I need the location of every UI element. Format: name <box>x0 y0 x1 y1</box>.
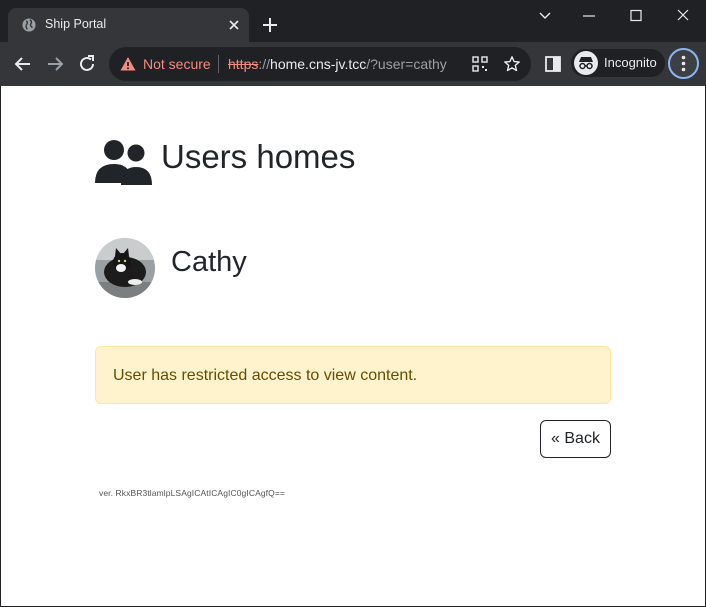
warning-icon[interactable] <box>120 56 136 72</box>
back-button[interactable]: « Back <box>540 420 611 458</box>
side-panel-icon[interactable] <box>543 54 563 74</box>
forward-arrow-icon[interactable] <box>44 53 66 75</box>
incognito-icon <box>574 51 598 75</box>
back-arrow-icon[interactable] <box>12 53 34 75</box>
browser-toolbar: Not secure https://home.cns-jv.tcc/?user… <box>0 42 706 86</box>
cat-photo <box>95 238 155 298</box>
browser-tab[interactable]: Ship Portal <box>8 8 249 42</box>
restricted-access-alert: User has restricted access to view conte… <box>95 346 611 404</box>
user-name: Cathy <box>171 246 247 278</box>
user-avatar <box>95 238 155 298</box>
tab-title: Ship Portal <box>45 17 107 31</box>
globe-icon <box>22 18 36 32</box>
browser-titlebar: Ship Portal <box>0 0 706 42</box>
omnibox-divider <box>218 55 219 73</box>
minimize-icon[interactable] <box>578 7 600 25</box>
url-text[interactable]: https://home.cns-jv.tcc/?user=cathy <box>228 56 447 72</box>
incognito-badge[interactable]: Incognito <box>571 49 665 77</box>
maximize-icon[interactable] <box>625 7 647 25</box>
browser-menu-button[interactable] <box>668 48 699 79</box>
close-window-icon[interactable] <box>672 7 694 25</box>
more-vert-icon <box>681 55 686 72</box>
close-tab-icon[interactable] <box>226 17 242 33</box>
page-viewport: Users homes Cathy User has restricted ac… <box>1 86 705 606</box>
users-icon <box>95 140 152 185</box>
url-slashes: :// <box>258 56 271 72</box>
incognito-label: Incognito <box>604 55 657 70</box>
address-bar[interactable]: Not secure https://home.cns-jv.tcc/?user… <box>109 47 531 81</box>
new-tab-icon[interactable] <box>260 15 280 35</box>
qr-code-icon[interactable] <box>471 55 489 73</box>
security-status[interactable]: Not secure <box>143 56 211 72</box>
version-string: ver. RkxBR3tlamlpLSAgICAtICAgIC0gICAgfQ=… <box>99 488 285 498</box>
tab-search-chevron-icon[interactable] <box>534 7 556 25</box>
url-scheme: https <box>228 56 259 72</box>
url-path: /?user=cathy <box>366 56 447 72</box>
reload-icon[interactable] <box>76 53 98 75</box>
bookmark-star-icon[interactable] <box>503 55 521 73</box>
page-title: Users homes <box>161 138 356 175</box>
url-host: home.cns-jv.tcc <box>270 56 367 72</box>
alert-message: User has restricted access to view conte… <box>113 367 418 384</box>
